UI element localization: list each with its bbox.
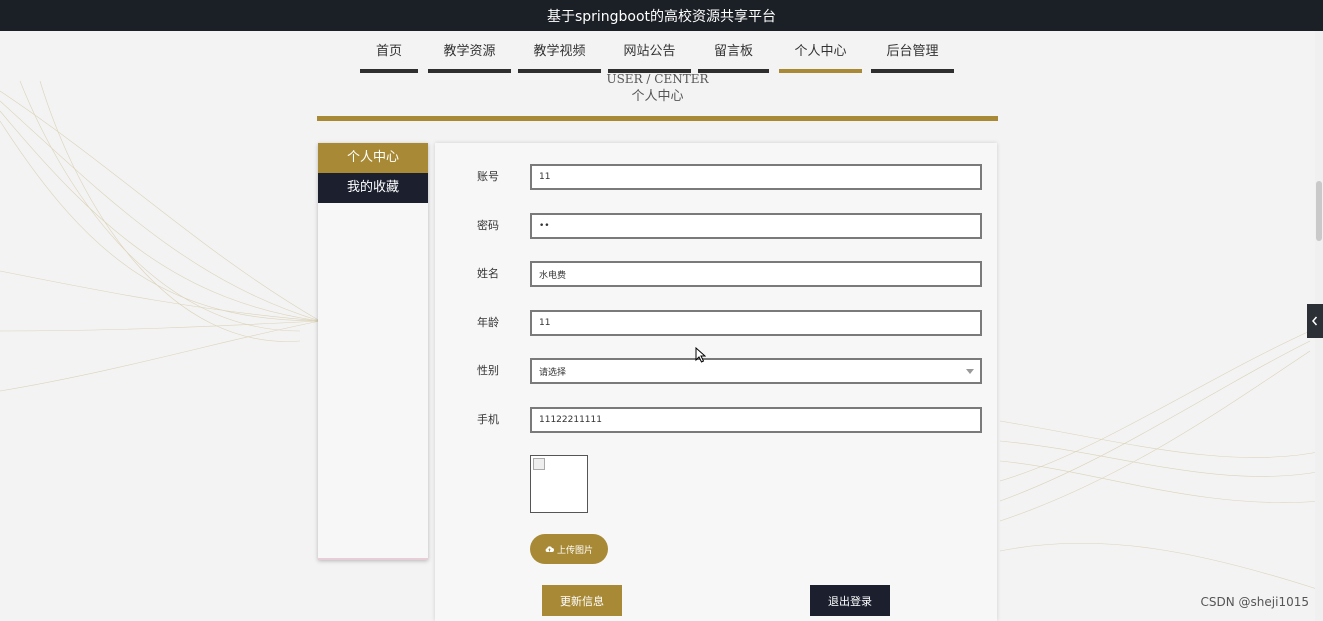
nav-user-center[interactable]: 个人中心 [779,40,862,73]
account-input[interactable] [530,164,982,190]
nav-admin[interactable]: 后台管理 [871,40,954,73]
app-title-bar: 基于springboot的高校资源共享平台 [0,0,1323,31]
password-input[interactable] [530,213,982,239]
profile-form-panel: 账号 密码 姓名 年龄 性别 请选择 手机 上传图片 更新信息 退出登录 [435,143,997,621]
page-title-zh: 个人中心 [631,89,684,104]
chevron-down-icon [966,369,974,374]
sidebar-item-favorites[interactable]: 我的收藏 [318,173,428,203]
upload-image-label: 上传图片 [556,545,593,556]
nav-teaching-videos[interactable]: 教学视频 [518,40,601,73]
nav-home[interactable]: 首页 [360,40,418,73]
avatar-preview [530,455,588,513]
name-label: 姓名 [477,267,499,280]
phone-label: 手机 [477,413,499,426]
logout-button[interactable]: 退出登录 [810,585,890,616]
page-heading: USER / CENTER 个人中心 [317,72,998,107]
update-info-button[interactable]: 更新信息 [542,585,622,616]
upload-image-button[interactable]: 上传图片 [530,534,608,564]
age-input[interactable] [530,310,982,336]
password-label: 密码 [477,219,499,232]
phone-input[interactable] [530,407,982,433]
watermark: CSDN @sheji1015 [1200,595,1309,609]
age-label: 年龄 [477,316,499,329]
app-title: 基于springboot的高校资源共享平台 [546,8,777,25]
cloud-upload-icon [545,546,554,552]
user-sidebar: 个人中心 我的收藏 [318,143,428,560]
sidebar-item-user-center[interactable]: 个人中心 [318,143,428,173]
account-label: 账号 [477,170,499,183]
nav-message-board[interactable]: 留言板 [698,40,769,73]
side-panel-toggle[interactable] [1307,304,1323,338]
main-nav: 首页 教学资源 教学视频 网站公告 留言板 个人中心 后台管理 [0,40,1323,73]
gender-select[interactable]: 请选择 [530,358,982,384]
nav-announcements[interactable]: 网站公告 [608,40,691,73]
chevron-left-icon [1312,316,1318,326]
gender-label: 性别 [477,364,499,377]
scrollbar-thumb[interactable] [1316,181,1322,241]
heading-divider [317,116,998,121]
name-input[interactable] [530,261,982,287]
nav-teaching-resources[interactable]: 教学资源 [428,40,511,73]
mouse-cursor-icon [695,347,706,363]
broken-image-icon [533,458,545,470]
page-title-en: USER / CENTER [606,72,709,86]
gender-select-value: 请选择 [539,367,567,378]
